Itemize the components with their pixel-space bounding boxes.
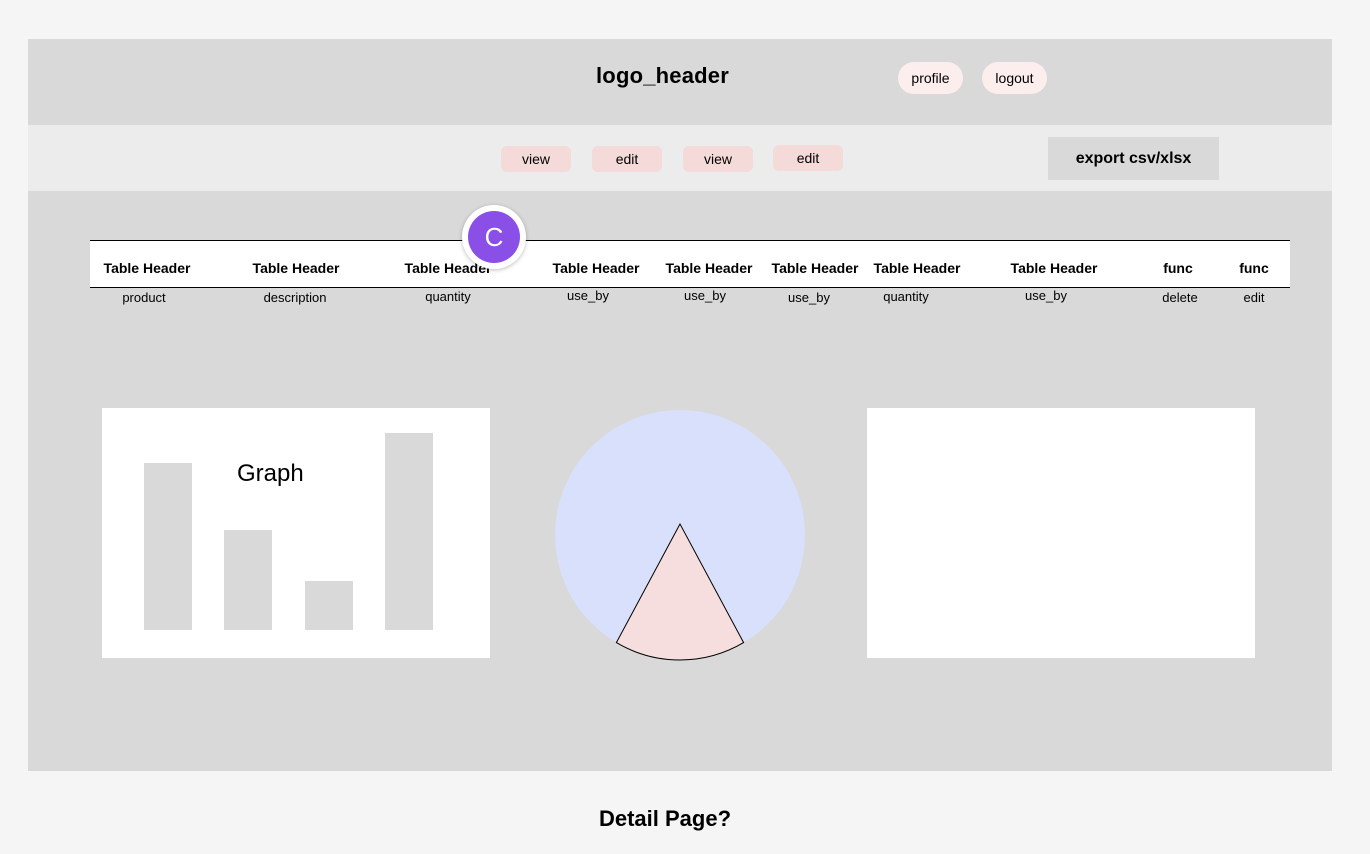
graph-bar — [305, 581, 353, 630]
profile-button[interactable]: profile — [898, 62, 963, 94]
table-header-row: Table Header Table Header Table Header T… — [90, 240, 1290, 288]
pie-chart — [555, 410, 805, 661]
export-button[interactable]: export csv/xlsx — [1048, 137, 1219, 180]
avatar-initial: C — [468, 211, 520, 263]
table-cell: description — [263, 290, 327, 305]
table-cell: quantity — [425, 289, 471, 304]
table-header-cell[interactable]: Table Header — [772, 260, 859, 276]
graph-bar — [224, 530, 272, 630]
table-header-cell[interactable]: Table Header — [666, 260, 753, 276]
table-cell: use_by — [684, 288, 726, 303]
table-cell: quantity — [883, 289, 929, 304]
view-button-1[interactable]: view — [501, 146, 571, 172]
view-button-2[interactable]: view — [683, 146, 753, 172]
blank-panel — [867, 408, 1255, 658]
graph-bar — [385, 433, 433, 630]
avatar[interactable]: C — [462, 205, 526, 269]
logo: logo_header — [596, 63, 730, 88]
graph-card: Graph — [102, 408, 490, 658]
page-title: Detail Page? — [598, 806, 732, 831]
toolbar: view edit view edit export csv/xlsx — [28, 125, 1332, 191]
table-header-cell[interactable]: Table Header — [874, 260, 961, 276]
edit-link[interactable]: edit — [1244, 290, 1265, 305]
main-frame: logo_header profile logout view edit vie… — [28, 39, 1332, 771]
logout-button[interactable]: logout — [982, 62, 1047, 94]
table-row: product description quantity use_by use_… — [90, 288, 1290, 312]
edit-button-1[interactable]: edit — [592, 146, 662, 172]
data-table: Table Header Table Header Table Header T… — [90, 240, 1290, 312]
table-cell: use_by — [567, 288, 609, 303]
graph-bar — [144, 463, 192, 630]
table-header-cell[interactable]: Table Header — [553, 260, 640, 276]
table-header-cell[interactable]: Table Header — [1011, 260, 1098, 276]
table-cell: product — [122, 290, 166, 305]
graph-title: Graph — [237, 460, 304, 487]
edit-button-2[interactable]: edit — [773, 145, 843, 171]
table-header-cell[interactable]: func — [1239, 260, 1269, 276]
header: logo_header profile logout — [28, 39, 1332, 125]
table-header-cell[interactable]: func — [1163, 260, 1193, 276]
table-cell: use_by — [788, 290, 830, 305]
delete-link[interactable]: delete — [1162, 290, 1197, 305]
table-header-cell[interactable]: Table Header — [104, 260, 191, 276]
table-header-cell[interactable]: Table Header — [253, 260, 340, 276]
table-cell: use_by — [1025, 288, 1067, 303]
